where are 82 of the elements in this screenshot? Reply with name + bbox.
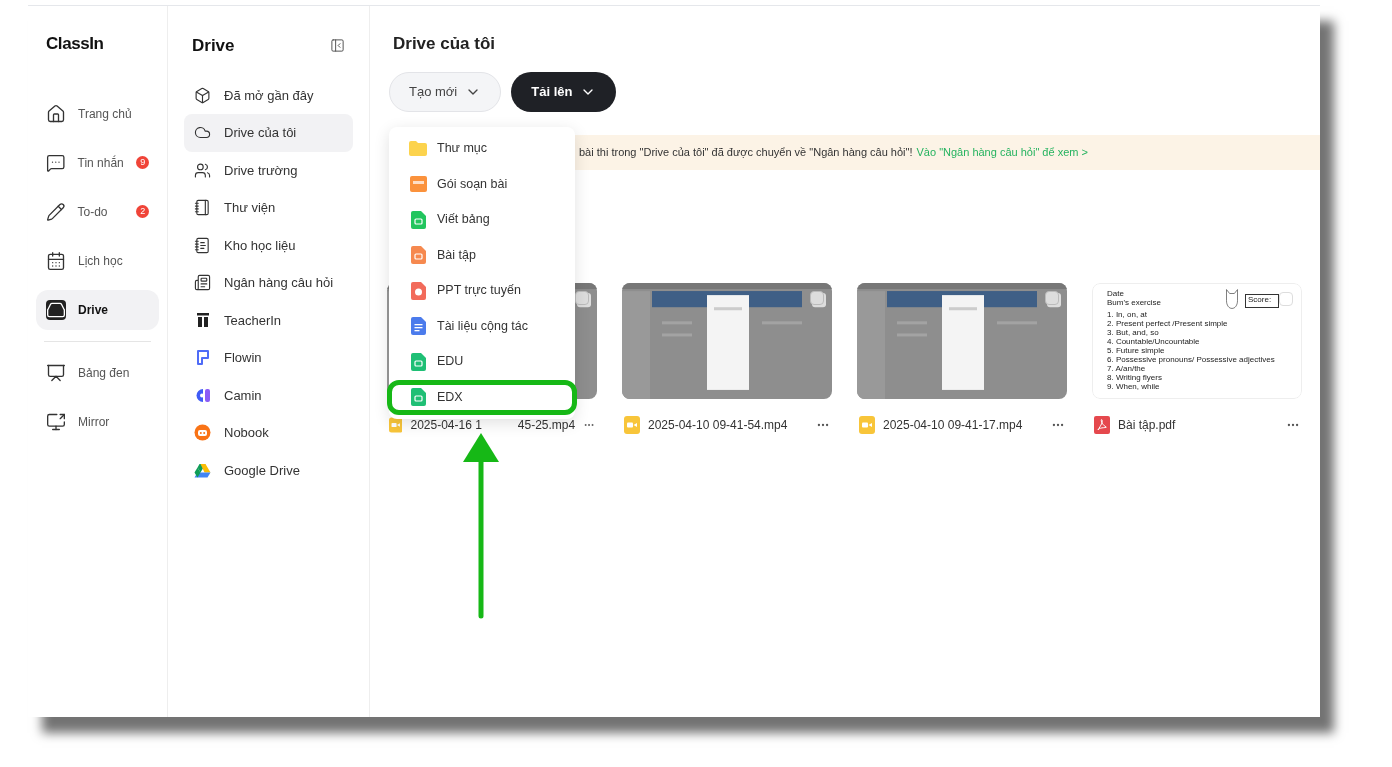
folder-icon	[409, 141, 427, 157]
cube-icon	[194, 86, 211, 104]
sidebar-item[interactable]: TeacherIn	[184, 301, 353, 339]
package-icon	[409, 176, 427, 193]
preview-text: 5. Future simple	[1107, 345, 1165, 355]
notice-text: bài thi trong "Drive của tôi" đã được chuyển về "Ngân hàng câu hỏi"!	[579, 144, 913, 160]
question-bank-icon	[194, 274, 211, 292]
flowin-logo-icon	[194, 349, 211, 367]
pdf-file-icon	[1094, 415, 1110, 434]
tray-icon	[46, 299, 66, 320]
file-name: 2025-04-10 09-41-54.mp4	[648, 416, 788, 434]
nav-item[interactable]: Bảng đen	[36, 352, 159, 393]
book-icon	[194, 199, 211, 217]
video-file-icon	[859, 415, 875, 434]
nav-item[interactable]: To-do 2	[36, 191, 159, 232]
nobook-logo-icon	[194, 424, 211, 442]
nav-item[interactable]: Tin nhắn 9	[36, 142, 159, 183]
menu-item[interactable]: Gói soạn bài	[389, 166, 575, 202]
preview-text: 9. When, while	[1107, 381, 1160, 391]
board-icon	[46, 362, 66, 383]
camin-logo-icon	[194, 387, 211, 403]
document-file-icon	[410, 317, 426, 336]
slides-file-icon	[410, 281, 426, 300]
preview-text: Bum's exercise	[1107, 297, 1161, 307]
board-file-icon	[410, 210, 426, 229]
users-icon	[194, 161, 211, 179]
app-logo: ClassIn	[45, 33, 104, 55]
nav-item[interactable]: Lịch học	[36, 240, 159, 281]
upload-button[interactable]: Tải lên	[511, 71, 617, 112]
file-name: 45-25.mp4	[517, 416, 576, 434]
screen-icon	[46, 411, 66, 432]
video-file-icon	[624, 415, 640, 434]
menu-item[interactable]: EDX	[387, 379, 577, 415]
book-icon	[194, 236, 211, 254]
preview-text: 8. Writing flyers	[1107, 372, 1162, 382]
exercise-file-icon	[410, 246, 426, 265]
pencil-icon	[46, 201, 66, 222]
preview-text: 6. Possessive pronouns/ Possessive adjectives	[1107, 354, 1275, 364]
create-button[interactable]: Tạo mới	[389, 71, 502, 112]
calendar-icon	[46, 250, 66, 271]
sidebar-item[interactable]: Drive của tôi	[184, 114, 353, 152]
file-name: 2025-04-16 1	[410, 416, 482, 434]
menu-item[interactable]: Thư mục	[389, 131, 575, 167]
sidebar-item[interactable]: Đã mở gần đây	[184, 76, 353, 114]
nav-item[interactable]: Drive	[36, 289, 159, 330]
google-drive-logo-icon	[194, 462, 211, 478]
select-checkbox[interactable]	[1279, 291, 1293, 306]
sidebar-item[interactable]: Thư viện	[184, 189, 353, 227]
preview-text: 1. In, on, at	[1107, 309, 1148, 319]
sidebar-item[interactable]: Drive trường	[184, 151, 353, 189]
menu-item[interactable]: EDU	[389, 344, 575, 380]
file-name: 2025-04-10 09-41-17.mp4	[883, 416, 1023, 434]
sidebar-item[interactable]: Kho học liệu	[184, 226, 353, 264]
preview-text: Date	[1107, 288, 1124, 298]
sheet-file-icon	[410, 352, 426, 371]
preview-text: 2. Present perfect /Present simple	[1107, 318, 1228, 328]
cat-drawing	[1223, 287, 1241, 310]
file-name: Bài tập.pdf	[1118, 416, 1176, 434]
nav-item[interactable]: Trang chủ	[36, 93, 159, 134]
sidebar-title: Drive	[192, 35, 235, 57]
menu-item[interactable]: Viết bảng	[389, 202, 575, 238]
sheet-file-icon	[410, 388, 426, 407]
count-badge: 2	[136, 205, 149, 218]
count-badge: 9	[136, 156, 149, 169]
score-text: Score:	[1245, 293, 1279, 308]
teacherin-logo-icon	[194, 312, 211, 329]
preview-text: 7. A/an/the	[1107, 363, 1146, 373]
sidebar-item[interactable]: Camin	[184, 376, 353, 414]
home-icon	[46, 103, 66, 124]
collapse-icon[interactable]	[330, 38, 345, 54]
preview-text: 3. But, and, so	[1107, 327, 1159, 337]
menu-item[interactable]: PPT trực tuyến	[389, 273, 575, 309]
nav-item[interactable]: Mirror	[36, 401, 159, 442]
sidebar-item[interactable]: Nobook	[184, 414, 353, 452]
sidebar-item[interactable]: Flowin	[184, 339, 353, 377]
menu-item[interactable]: Bài tập	[389, 237, 575, 273]
sidebar-item[interactable]: Ngân hàng câu hỏi	[184, 264, 353, 302]
preview-text: 4. Countable/Uncountable	[1107, 336, 1200, 346]
menu-item[interactable]: Tài liệu cộng tác	[389, 308, 575, 344]
chat-icon	[46, 152, 66, 173]
sidebar-item[interactable]: Google Drive	[184, 451, 353, 489]
page-title: Drive của tôi	[392, 33, 496, 55]
